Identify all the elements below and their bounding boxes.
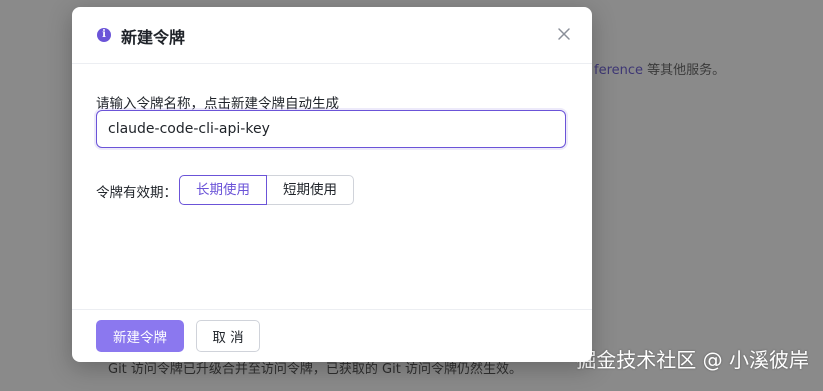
dialog-footer: 新建令牌 取 消 (72, 309, 592, 362)
token-name-input[interactable] (96, 110, 566, 148)
token-name-label: 请输入令牌名称，点击新建令牌自动生成 (96, 96, 339, 112)
validity-long-term-option[interactable]: 长期使用 (179, 175, 267, 205)
create-token-button[interactable]: 新建令牌 (96, 320, 184, 352)
dialog-header: i 新建令牌 (72, 7, 592, 64)
watermark: 掘金技术社区 @ 小溪彼岸 (576, 348, 809, 372)
background-link: ference (594, 63, 644, 78)
background-link-suffix: 等其他服务。 (643, 63, 726, 78)
cancel-button[interactable]: 取 消 (196, 320, 260, 352)
create-token-dialog: i 新建令牌 请输入令牌名称，点击新建令牌自动生成 令牌有效期： 长期使用 短期… (72, 7, 592, 362)
close-icon[interactable] (556, 26, 572, 42)
validity-short-term-option[interactable]: 短期使用 (266, 175, 354, 205)
validity-label: 令牌有效期： (96, 185, 177, 201)
info-icon: i (97, 28, 111, 42)
close-icon-graphic (558, 28, 570, 40)
dialog-title: 新建令牌 (121, 28, 186, 47)
background-service-text: ference 等其他服务。 (594, 59, 725, 78)
